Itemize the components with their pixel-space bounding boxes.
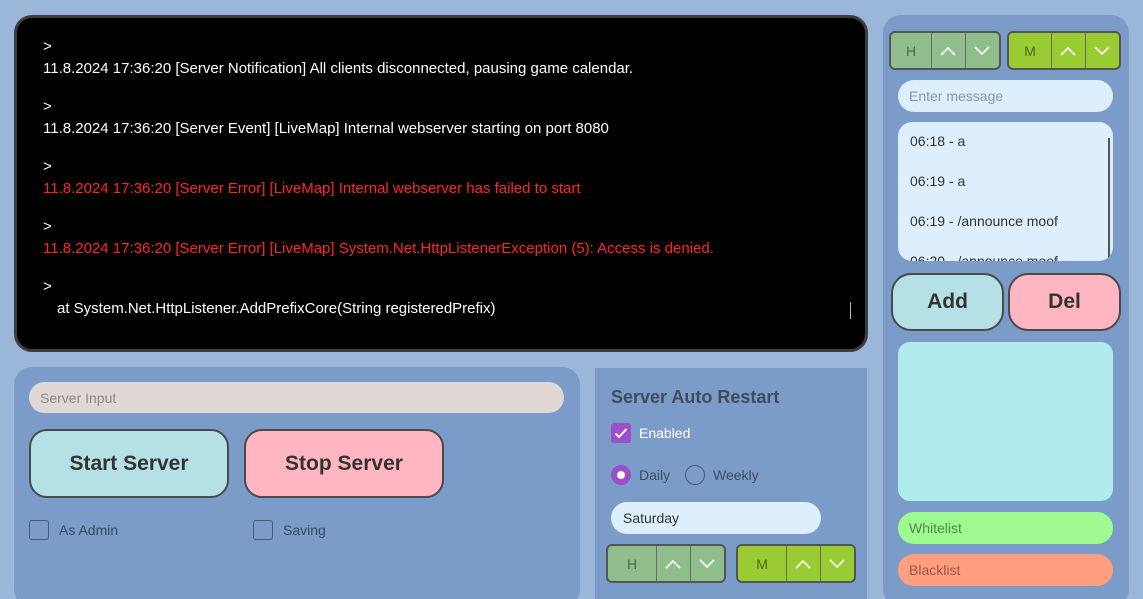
- list-item[interactable]: 06:20 - /announce moof: [898, 251, 1113, 261]
- radio-selected-icon[interactable]: [611, 465, 631, 485]
- console-entry: > 11.8.2024 17:36:20 [Server Event] [Liv…: [43, 96, 839, 156]
- list-item[interactable]: 06:18 - a: [898, 131, 1113, 171]
- console-prompt: >: [43, 38, 52, 55]
- console-error-message: 11.8.2024 17:36:20 [Server Error] [LiveM…: [43, 240, 714, 257]
- saving-label: Saving: [283, 522, 326, 538]
- scheduled-message-list[interactable]: 06:18 - a 06:19 - a 06:19 - /announce mo…: [898, 122, 1113, 261]
- player-list-box[interactable]: [898, 342, 1113, 501]
- daily-radio[interactable]: Daily: [611, 465, 670, 485]
- stop-server-button[interactable]: Stop Server: [244, 429, 444, 498]
- radio-unselected-icon[interactable]: [685, 465, 705, 485]
- chevron-up-icon[interactable]: [657, 546, 691, 581]
- chevron-down-icon[interactable]: [821, 546, 854, 581]
- checkbox-box[interactable]: [253, 520, 273, 540]
- minute-label: M: [738, 546, 788, 581]
- console-prompt: >: [43, 158, 52, 175]
- message-sidebar: H M 06:18 - a 06:19 - a 06:19 - /announc…: [883, 15, 1129, 599]
- list-scrollbar[interactable]: [1108, 138, 1110, 260]
- sidebar-hour-spinner[interactable]: H: [889, 31, 1001, 70]
- list-item[interactable]: 06:19 - /announce moof: [898, 211, 1113, 251]
- console-prompt: >: [43, 98, 52, 115]
- console-message: 11.8.2024 17:36:20 [Server Event] [LiveM…: [43, 120, 609, 137]
- console-prompt: >: [43, 278, 52, 295]
- console-output: > 11.8.2024 17:36:20 [Server Notificatio…: [14, 15, 868, 352]
- hour-label: H: [891, 33, 933, 68]
- add-button[interactable]: Add: [891, 273, 1004, 331]
- restart-hour-spinner[interactable]: H: [606, 544, 726, 583]
- console-message: at System.Net.HttpListener.AddPrefixCore…: [57, 300, 496, 317]
- chevron-down-icon[interactable]: [691, 546, 724, 581]
- console-prompt: >: [43, 218, 52, 235]
- daily-label: Daily: [639, 467, 671, 483]
- console-error-message: 11.8.2024 17:36:20 [Server Error] [LiveM…: [43, 180, 581, 197]
- as-admin-label: As Admin: [59, 522, 119, 538]
- hour-label: H: [608, 546, 658, 581]
- minute-label: M: [1009, 33, 1053, 68]
- weekly-radio[interactable]: Weekly: [685, 465, 759, 485]
- start-server-button[interactable]: Start Server: [29, 429, 229, 498]
- as-admin-checkbox[interactable]: As Admin: [29, 520, 118, 540]
- list-item[interactable]: 06:19 - a: [898, 171, 1113, 211]
- chevron-down-icon[interactable]: [966, 33, 999, 68]
- chevron-up-icon[interactable]: [932, 33, 966, 68]
- del-button[interactable]: Del: [1008, 273, 1121, 331]
- server-input[interactable]: [29, 382, 564, 413]
- console-entry: > 11.8.2024 17:36:20 [Server Error] [Liv…: [43, 156, 839, 216]
- console-scrollbar[interactable]: [850, 302, 851, 319]
- chevron-up-icon[interactable]: [787, 546, 821, 581]
- chevron-up-icon[interactable]: [1052, 33, 1086, 68]
- auto-restart-panel: Server Auto Restart Enabled Daily Weekly…: [595, 368, 867, 599]
- blacklist-input[interactable]: [898, 554, 1113, 586]
- restart-minute-spinner[interactable]: M: [736, 544, 856, 583]
- sidebar-minute-spinner[interactable]: M: [1007, 31, 1121, 70]
- auto-restart-title: Server Auto Restart: [611, 387, 780, 407]
- enabled-label: Enabled: [639, 425, 691, 441]
- day-select[interactable]: Saturday: [611, 502, 821, 534]
- console-entry: > 11.8.2024 17:36:20 [Server Notificatio…: [43, 36, 839, 96]
- check-icon[interactable]: [611, 423, 631, 443]
- server-control-panel: Start Server Stop Server As Admin Saving: [14, 367, 580, 599]
- console-message: 11.8.2024 17:36:20 [Server Notification]…: [43, 60, 634, 77]
- message-input[interactable]: [898, 80, 1113, 112]
- console-entry: > at System.Net.HttpListener.AddPrefixCo…: [43, 276, 839, 336]
- enabled-checkbox[interactable]: Enabled: [611, 423, 690, 443]
- chevron-down-icon[interactable]: [1086, 33, 1119, 68]
- console-entry: > 11.8.2024 17:36:20 [Server Error] [Liv…: [43, 216, 839, 276]
- whitelist-input[interactable]: [898, 512, 1113, 544]
- checkbox-box[interactable]: [29, 520, 49, 540]
- saving-checkbox[interactable]: Saving: [253, 520, 326, 540]
- weekly-label: Weekly: [713, 467, 759, 483]
